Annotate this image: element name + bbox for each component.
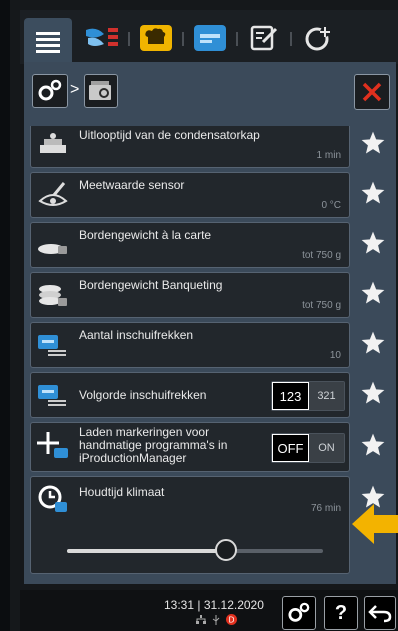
setting-row-markings[interactable]: Laden markeringen voor handmatige progra… (30, 422, 350, 472)
chef-hat-icon (140, 25, 172, 51)
setting-row-rack-order[interactable]: Volgorde inschuifrekken 123 321 (30, 372, 350, 418)
setting-label: Meetwaarde sensor (79, 178, 185, 192)
plate-stack-weight-icon (35, 279, 71, 311)
setting-row-plate-alacarte[interactable]: Bordengewicht à la carte tot 750 g (30, 222, 350, 268)
setting-label: Aantal inschuifrekken (79, 328, 194, 342)
setting-value: 1 min (316, 150, 341, 161)
tab-connect[interactable] (296, 16, 340, 60)
sensor-eye-icon (35, 179, 71, 211)
close-button[interactable] (354, 74, 390, 110)
tab-chef[interactable] (134, 16, 178, 60)
favorite-star-icon[interactable] (360, 280, 386, 306)
add-marking-icon (35, 429, 71, 461)
back-arrow-icon (368, 605, 392, 623)
climate-hold-slider-thumb[interactable] (214, 539, 237, 561)
setting-label: Volgorde inschuifrekken (79, 388, 207, 402)
markings-toggle[interactable]: OFF ON (271, 433, 345, 463)
rack-order-option-123[interactable]: 123 (272, 382, 309, 410)
date: 31.12.2020 (203, 598, 264, 612)
markings-option-on[interactable]: ON (309, 434, 344, 462)
programs-icon (194, 25, 226, 51)
menu-list-icon (36, 32, 60, 53)
oven-gear-icon (89, 81, 111, 100)
question-mark-icon: ? (334, 601, 348, 624)
tab-separator (290, 32, 292, 46)
setting-label: Uitlooptijd van de condensatorkap (79, 128, 260, 142)
setting-label: Laden markeringen voor handmatige progra… (79, 425, 228, 465)
network-icon (196, 614, 206, 624)
svg-text:D: D (229, 616, 235, 625)
favorite-star-icon[interactable] (360, 130, 386, 156)
clock-date: 13:31 | 31.12.2020 (164, 598, 264, 612)
tab-separator (128, 32, 130, 46)
alert-d-icon: D (226, 614, 237, 625)
breadcrumb-chevron-icon: > (70, 81, 80, 98)
cooking-modes-icon (86, 28, 118, 46)
setting-row-rack-count[interactable]: Aantal inschuifrekken 10 (30, 322, 350, 368)
setting-row-plate-banqueting[interactable]: Bordengewicht Banqueting tot 750 g (30, 272, 350, 318)
setting-value: tot 750 g (302, 250, 341, 261)
condenser-hood-icon (35, 129, 71, 161)
settings-panel: > Uitlooptijd van de condensatorkap 1 mi… (24, 62, 396, 584)
separator: | (197, 598, 201, 612)
cloud-connect-icon (305, 27, 330, 51)
yellow-pointer-arrow-icon (352, 504, 398, 544)
help-button[interactable]: ? (324, 596, 358, 630)
setting-row-sensor[interactable]: Meetwaarde sensor 0 °C (30, 172, 350, 218)
setting-row-condenser[interactable]: Uitlooptijd van de condensatorkap 1 min (30, 126, 350, 168)
gears-icon (288, 602, 310, 622)
status-icons: D (196, 614, 237, 625)
tab-cooking-modes[interactable] (80, 16, 124, 60)
rack-order-option-321[interactable]: 321 (309, 382, 344, 410)
favorite-star-icon[interactable] (360, 432, 386, 458)
climate-hold-slider-fill (67, 549, 226, 553)
settings-footer-button[interactable] (282, 596, 316, 630)
rack-order-icon (35, 379, 71, 411)
settings-home-button[interactable] (32, 74, 68, 108)
markings-option-off[interactable]: OFF (272, 434, 309, 462)
appliance-settings-button[interactable] (84, 74, 118, 108)
rack-count-icon (35, 329, 71, 361)
notepad-edit-icon (250, 25, 278, 51)
setting-value: tot 750 g (302, 300, 341, 311)
tab-notes[interactable] (242, 16, 286, 60)
favorite-star-icon[interactable] (360, 380, 386, 406)
gears-icon (38, 79, 62, 101)
setting-row-climate-hold[interactable]: Houdtijd klimaat 76 min (30, 476, 350, 574)
clock-climate-icon (35, 483, 71, 515)
setting-label: Houdtijd klimaat (79, 485, 165, 499)
setting-value: 10 (329, 350, 341, 361)
favorite-star-icon[interactable] (360, 180, 386, 206)
tab-menu[interactable] (24, 18, 72, 66)
close-icon (362, 82, 382, 102)
setting-label: Bordengewicht à la carte (79, 228, 212, 242)
tab-separator (236, 32, 238, 46)
favorite-star-icon[interactable] (360, 230, 386, 256)
setting-value: 76 min (310, 503, 341, 514)
rack-order-toggle[interactable]: 123 321 (271, 381, 345, 411)
tab-separator (182, 32, 184, 46)
setting-value: 0 °C (321, 200, 341, 211)
favorite-star-icon[interactable] (360, 330, 386, 356)
back-button[interactable] (364, 596, 396, 630)
plate-weight-icon (35, 229, 71, 261)
usb-icon (212, 614, 220, 625)
tab-bar (20, 10, 398, 66)
tab-programs[interactable] (188, 16, 232, 60)
time: 13:31 (164, 598, 195, 612)
settings-list: Uitlooptijd van de condensatorkap 1 min … (30, 126, 390, 582)
setting-label: Bordengewicht Banqueting (79, 278, 223, 292)
